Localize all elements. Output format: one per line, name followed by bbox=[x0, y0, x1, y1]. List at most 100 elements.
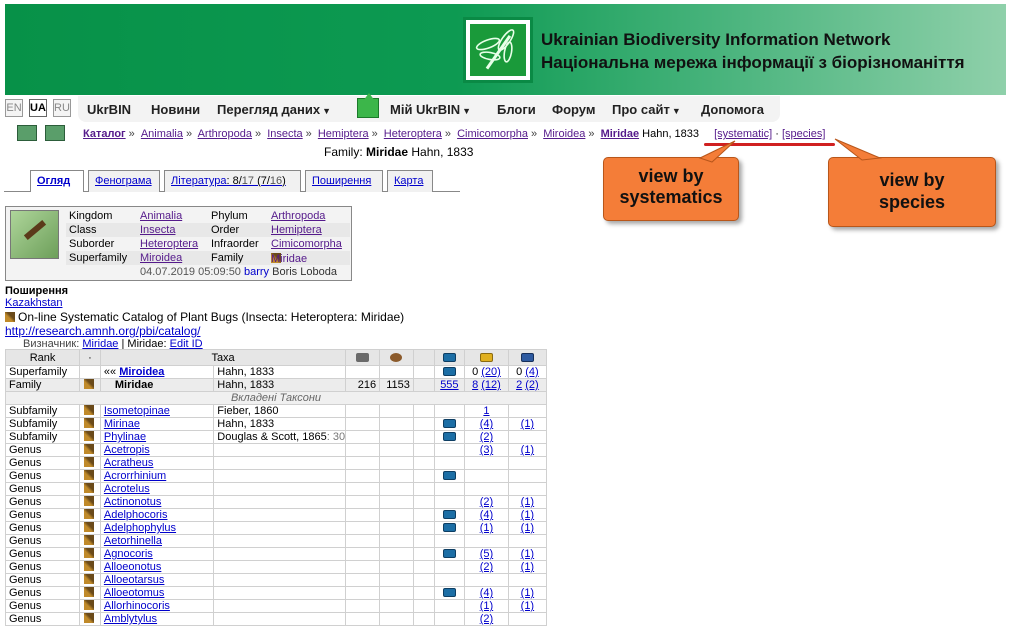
taxon-link[interactable]: Aetorhinella bbox=[104, 536, 162, 547]
taxon-link[interactable]: Isometopinae bbox=[104, 406, 170, 417]
dragonfly-icon[interactable] bbox=[463, 17, 533, 83]
site-header: Ukrainian Biodiversity Information Netwo… bbox=[5, 4, 1006, 95]
taxon-link[interactable]: Phylinae bbox=[104, 432, 146, 443]
taxon-link[interactable]: Miroidea bbox=[119, 367, 164, 378]
breadcrumb-item[interactable]: Cimicomorpha bbox=[457, 128, 528, 140]
taxon-link[interactable]: Adelphophylus bbox=[104, 523, 176, 534]
taxon-link[interactable]: Actinonotus bbox=[104, 497, 161, 508]
book-icon bbox=[479, 352, 493, 362]
taxon-link[interactable]: Alloeotarsus bbox=[104, 575, 165, 586]
image-icon[interactable] bbox=[442, 523, 456, 532]
tab-overview[interactable]: Огляд bbox=[30, 170, 84, 192]
breadcrumb-item[interactable]: Miroidea bbox=[543, 128, 585, 140]
edit-icon[interactable] bbox=[83, 496, 94, 506]
taxon-link[interactable]: Amblytylus bbox=[104, 614, 157, 625]
edit-icon[interactable] bbox=[83, 418, 94, 428]
image-icon[interactable] bbox=[442, 471, 456, 480]
edit-icon[interactable] bbox=[83, 457, 94, 467]
breadcrumb-item[interactable]: Insecta bbox=[267, 128, 302, 140]
edit-icon[interactable] bbox=[83, 379, 94, 389]
breadcrumb-item[interactable]: Hemiptera bbox=[318, 128, 369, 140]
table-row: Genus Alloeotomus (4) (1) bbox=[4, 586, 548, 600]
nav-browse[interactable]: Перегляд даних ▼ bbox=[217, 102, 331, 117]
table-row: Genus Allorhinocoris (1) (1) bbox=[4, 599, 548, 613]
edit-icon[interactable] bbox=[83, 483, 94, 493]
taxon-link[interactable]: Adelphocoris bbox=[104, 510, 168, 521]
taxon-link[interactable]: Acrotelus bbox=[104, 484, 150, 495]
tab-phenogram[interactable]: Фенограма bbox=[88, 170, 160, 192]
edit-icon[interactable] bbox=[83, 561, 94, 571]
taxon-link[interactable]: Allorhinocoris bbox=[104, 601, 170, 612]
edit-icon[interactable] bbox=[83, 444, 94, 454]
highlight-underline bbox=[704, 143, 835, 146]
tab-distribution[interactable]: Поширення bbox=[305, 170, 383, 192]
chevron-down-icon: ▼ bbox=[671, 106, 681, 116]
tree-view-icon[interactable] bbox=[17, 125, 37, 141]
main-nav: EN UA RU UkrBIN Новини Перегляд даних ▼ М… bbox=[0, 93, 1009, 122]
taxon-thumbnail[interactable] bbox=[10, 210, 59, 259]
breadcrumb-item[interactable]: Animalia bbox=[141, 128, 183, 140]
taxon-link[interactable]: Acrorrhinium bbox=[104, 471, 166, 482]
infobox-row: Superfamily Miroidea Family Miridae bbox=[66, 251, 350, 265]
lang-ru-button[interactable]: RU bbox=[53, 99, 71, 117]
edit-icon[interactable] bbox=[83, 613, 94, 623]
image-icon[interactable] bbox=[442, 588, 456, 597]
tab-map[interactable]: Карта bbox=[387, 170, 433, 192]
image-icon[interactable] bbox=[442, 510, 456, 519]
image-icon[interactable] bbox=[442, 419, 456, 428]
taxon-link[interactable]: Acratheus bbox=[104, 458, 154, 469]
table-row: Genus Amblytylus (2) bbox=[4, 612, 548, 626]
tab-bar: Огляд Фенограма Література: 8/17 (7/16) … bbox=[0, 170, 460, 192]
nav-help[interactable]: Допомога bbox=[701, 102, 764, 117]
image-icon[interactable] bbox=[442, 367, 456, 376]
edit-icon[interactable] bbox=[83, 509, 94, 519]
nav-forum[interactable]: Форум bbox=[552, 102, 595, 117]
bug-icon bbox=[390, 352, 403, 362]
tab-literature[interactable]: Література: 8/17 (7/16) bbox=[164, 170, 301, 192]
edit-icon[interactable] bbox=[83, 600, 94, 610]
image-icon[interactable] bbox=[442, 549, 456, 558]
list-view-icon[interactable] bbox=[45, 125, 65, 141]
nav-about[interactable]: Про сайт ▼ bbox=[612, 102, 681, 117]
nav-news[interactable]: Новини bbox=[151, 102, 200, 117]
taxon-infobox: Kingdom Animalia Phylum Arthropoda Class… bbox=[5, 206, 352, 281]
taxon-link[interactable]: Acetropis bbox=[104, 445, 150, 456]
breadcrumb-item[interactable]: Heteroptera bbox=[384, 128, 442, 140]
infobox-row: Class Insecta Order Hemiptera bbox=[66, 223, 350, 237]
edit-icon[interactable] bbox=[83, 431, 94, 441]
edit-icon[interactable] bbox=[83, 535, 94, 545]
table-header: Rank · Taxa bbox=[4, 349, 548, 366]
edit-icon[interactable] bbox=[5, 312, 15, 322]
table-row: Genus Acratheus bbox=[4, 456, 548, 470]
lang-en-button[interactable]: EN bbox=[5, 99, 23, 117]
table-row: Subfamily Isometopinae Fieber, 1860 1 bbox=[4, 404, 548, 418]
breadcrumb-current[interactable]: Miridae bbox=[601, 128, 640, 140]
breadcrumb-catalog[interactable]: Каталог bbox=[83, 128, 126, 140]
table-row: Subfamily Phylinae Douglas & Scott, 1865: … bbox=[4, 430, 548, 444]
edit-icon[interactable] bbox=[83, 405, 94, 415]
species-link[interactable]: [species] bbox=[782, 128, 825, 140]
chevron-down-icon: ▼ bbox=[322, 106, 332, 116]
edit-icon[interactable] bbox=[83, 548, 94, 558]
image-icon[interactable] bbox=[442, 432, 456, 441]
edit-icon[interactable] bbox=[83, 574, 94, 584]
edit-icon[interactable] bbox=[83, 522, 94, 532]
nav-my-ukrbin[interactable]: Мій UkrBIN ▼ bbox=[390, 102, 471, 117]
nav-blogs[interactable]: Блоги bbox=[497, 102, 536, 117]
source-url[interactable]: http://research.amnh.org/pbi/catalog/ bbox=[5, 324, 200, 338]
user-link[interactable]: barry bbox=[244, 266, 269, 278]
nav-ukrbin[interactable]: UkrBIN bbox=[87, 102, 131, 117]
systematic-link[interactable]: [systematic] bbox=[714, 128, 772, 140]
country-link[interactable]: Kazakhstan bbox=[5, 297, 62, 309]
callout-view-by-systematics: view by systematics bbox=[603, 157, 739, 221]
breadcrumb-item[interactable]: Arthropoda bbox=[198, 128, 252, 140]
lang-ua-button[interactable]: UA bbox=[29, 99, 47, 117]
taxon-link[interactable]: Mirinae bbox=[104, 419, 140, 430]
edit-icon[interactable] bbox=[83, 470, 94, 480]
taxon-link[interactable]: Agnocoris bbox=[104, 549, 153, 560]
home-icon[interactable] bbox=[357, 93, 379, 118]
taxon-link[interactable]: Alloeonotus bbox=[104, 562, 162, 573]
edit-icon[interactable] bbox=[83, 587, 94, 597]
table-row: Genus Actinonotus (2) (1) bbox=[4, 495, 548, 509]
taxon-link[interactable]: Alloeotomus bbox=[104, 588, 165, 599]
